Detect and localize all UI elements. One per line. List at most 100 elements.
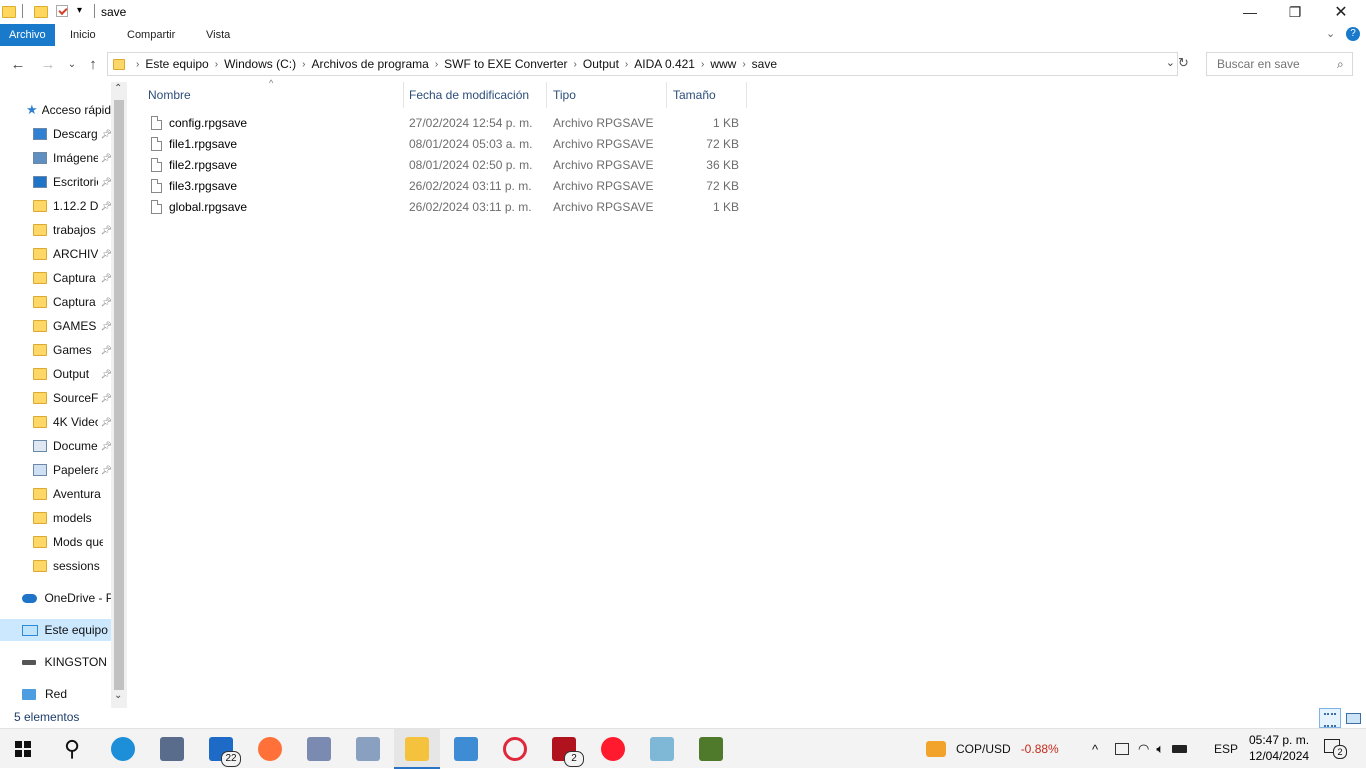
- nav-kingston[interactable]: KINGSTON (I: [0, 651, 112, 673]
- help-icon[interactable]: ?: [1346, 27, 1360, 41]
- nav-item[interactable]: 1.12.2 D 📌︎: [0, 195, 112, 217]
- column-header-size[interactable]: Tamaño: [666, 82, 746, 108]
- breadcrumb-save[interactable]: save: [752, 57, 777, 71]
- currency-widget[interactable]: COP/USD -0.88%: [926, 729, 1059, 769]
- back-button[interactable]: ←: [8, 54, 28, 74]
- taskbar-app[interactable]: [345, 729, 391, 769]
- column-header-modified[interactable]: Fecha de modificación: [402, 82, 546, 108]
- chevron-right-icon[interactable]: ›: [215, 59, 218, 70]
- details-view-button[interactable]: [1319, 708, 1341, 728]
- search-input[interactable]: [1215, 56, 1337, 72]
- breadcrumb-swf-to-exe[interactable]: SWF to EXE Converter: [444, 57, 567, 71]
- minimize-button[interactable]: —: [1227, 0, 1273, 24]
- tab-inicio[interactable]: Inicio: [61, 24, 105, 46]
- nav-item[interactable]: Games 📌︎: [0, 339, 112, 361]
- nav-item[interactable]: sessions: [0, 555, 112, 577]
- nav-item[interactable]: Captura 📌︎: [0, 291, 112, 313]
- file-row[interactable]: global.rpgsave 26/02/2024 03:11 p. m. Arch…: [141, 197, 747, 218]
- properties-icon[interactable]: [56, 5, 68, 17]
- nav-item[interactable]: Aventura d: [0, 483, 112, 505]
- breadcrumb-este-equipo[interactable]: Este equipo: [145, 57, 208, 71]
- taskbar-app[interactable]: [639, 729, 685, 769]
- up-button[interactable]: ↑: [83, 54, 103, 74]
- chevron-down-icon[interactable]: ⌄: [1326, 27, 1335, 40]
- taskbar-app[interactable]: [492, 729, 538, 769]
- taskbar-app[interactable]: [590, 729, 636, 769]
- chevron-right-icon[interactable]: ›: [574, 59, 577, 70]
- file-row[interactable]: file3.rpgsave 26/02/2024 03:11 p. m. Archi…: [141, 176, 747, 197]
- language-indicator[interactable]: ESP: [1214, 729, 1238, 769]
- breadcrumb-aida[interactable]: AIDA 0.421: [634, 57, 695, 71]
- wifi-icon[interactable]: ◠: [1138, 741, 1149, 757]
- search-button[interactable]: ⚲: [49, 729, 95, 769]
- taskbar-app[interactable]: [688, 729, 734, 769]
- chevron-right-icon[interactable]: ›: [435, 59, 438, 70]
- nav-item[interactable]: GAMES 📌︎: [0, 315, 112, 337]
- column-header-name[interactable]: Nombre: [141, 82, 403, 108]
- forward-button[interactable]: →: [38, 54, 58, 74]
- nav-item[interactable]: Descargas📌︎: [0, 123, 112, 145]
- file-row[interactable]: config.rpgsave 27/02/2024 12:54 p. m. Arch…: [141, 113, 747, 134]
- scroll-up-icon[interactable]: ⌃: [114, 83, 122, 94]
- notifications-icon[interactable]: 2: [1324, 739, 1347, 759]
- nav-item[interactable]: Papelera 📌︎: [0, 459, 112, 481]
- clock[interactable]: 05:47 p. m. 12/04/2024: [1249, 732, 1309, 764]
- nav-item[interactable]: Escritorio📌︎: [0, 171, 112, 193]
- chevron-right-icon[interactable]: ›: [701, 59, 704, 70]
- column-header-type[interactable]: Tipo: [546, 82, 666, 108]
- search-box[interactable]: ⌕: [1206, 52, 1353, 76]
- file-row[interactable]: file1.rpgsave 08/01/2024 05:03 a. m. Archi…: [141, 134, 747, 155]
- scroll-down-icon[interactable]: ⌄: [114, 690, 122, 701]
- show-hidden-icons-button[interactable]: ^: [1092, 729, 1098, 769]
- taskbar-app[interactable]: [296, 729, 342, 769]
- close-button[interactable]: ✕: [1318, 0, 1364, 24]
- breadcrumb-windows-c[interactable]: Windows (C:): [224, 57, 296, 71]
- nav-item[interactable]: Documentos📌︎: [0, 435, 112, 457]
- refresh-icon[interactable]: ↻: [1178, 55, 1189, 71]
- taskbar-app[interactable]: [394, 729, 440, 769]
- breadcrumb-output[interactable]: Output: [583, 57, 619, 71]
- taskbar-app[interactable]: 22: [198, 729, 244, 769]
- address-dropdown-icon[interactable]: ⌄: [1166, 56, 1175, 69]
- recent-locations-icon[interactable]: ⌄: [62, 54, 82, 74]
- customize-quick-access-icon[interactable]: ▾: [77, 5, 82, 16]
- battery-icon[interactable]: [1172, 745, 1188, 753]
- taskbar-app[interactable]: [247, 729, 293, 769]
- tab-compartir[interactable]: Compartir: [118, 24, 184, 46]
- tab-vista[interactable]: Vista: [197, 24, 239, 46]
- search-icon[interactable]: ⌕: [1337, 57, 1344, 72]
- column-divider[interactable]: [746, 82, 747, 108]
- scrollbar-thumb[interactable]: [114, 100, 124, 690]
- start-button[interactable]: [0, 729, 46, 769]
- nav-item[interactable]: trabajos 📌︎: [0, 219, 112, 241]
- taskbar-app[interactable]: [149, 729, 195, 769]
- chevron-right-icon[interactable]: ›: [302, 59, 305, 70]
- nav-item[interactable]: Imágenes📌︎: [0, 147, 112, 169]
- breadcrumb-www[interactable]: www: [710, 57, 736, 71]
- taskbar-app[interactable]: [443, 729, 489, 769]
- device-icon[interactable]: [1115, 743, 1129, 755]
- tab-archivo[interactable]: Archivo: [0, 24, 55, 46]
- nav-item[interactable]: models: [0, 507, 112, 529]
- nav-item[interactable]: SourceF 📌︎: [0, 387, 112, 409]
- chevron-right-icon[interactable]: ›: [625, 59, 628, 70]
- nav-item[interactable]: Output 📌︎: [0, 363, 112, 385]
- nav-scrollbar[interactable]: ⌃ ⌄: [111, 82, 127, 708]
- large-icons-view-button[interactable]: [1342, 708, 1364, 728]
- chevron-right-icon[interactable]: ›: [742, 59, 745, 70]
- new-folder-icon[interactable]: [34, 6, 48, 18]
- volume-icon[interactable]: 🔈︎: [1156, 741, 1164, 757]
- nav-quick-access[interactable]: ★ Acceso rápido: [0, 99, 112, 121]
- nav-item[interactable]: ARCHIVOS📌︎: [0, 243, 112, 265]
- restore-button[interactable]: ❐: [1272, 0, 1318, 24]
- taskbar-app[interactable]: 2: [541, 729, 587, 769]
- file-row[interactable]: file2.rpgsave 08/01/2024 02:50 p. m. Archi…: [141, 155, 747, 176]
- taskbar-app[interactable]: [100, 729, 146, 769]
- nav-item[interactable]: Captura 📌︎: [0, 267, 112, 289]
- nav-onedrive[interactable]: OneDrive - P: [0, 587, 112, 609]
- nav-item[interactable]: 4K Video 📌︎: [0, 411, 112, 433]
- nav-network[interactable]: Red: [0, 683, 112, 705]
- nav-this-pc[interactable]: Este equipo: [0, 619, 112, 641]
- breadcrumb-archivos-de-programa[interactable]: Archivos de programa: [311, 57, 428, 71]
- nav-item[interactable]: Mods que: [0, 531, 112, 553]
